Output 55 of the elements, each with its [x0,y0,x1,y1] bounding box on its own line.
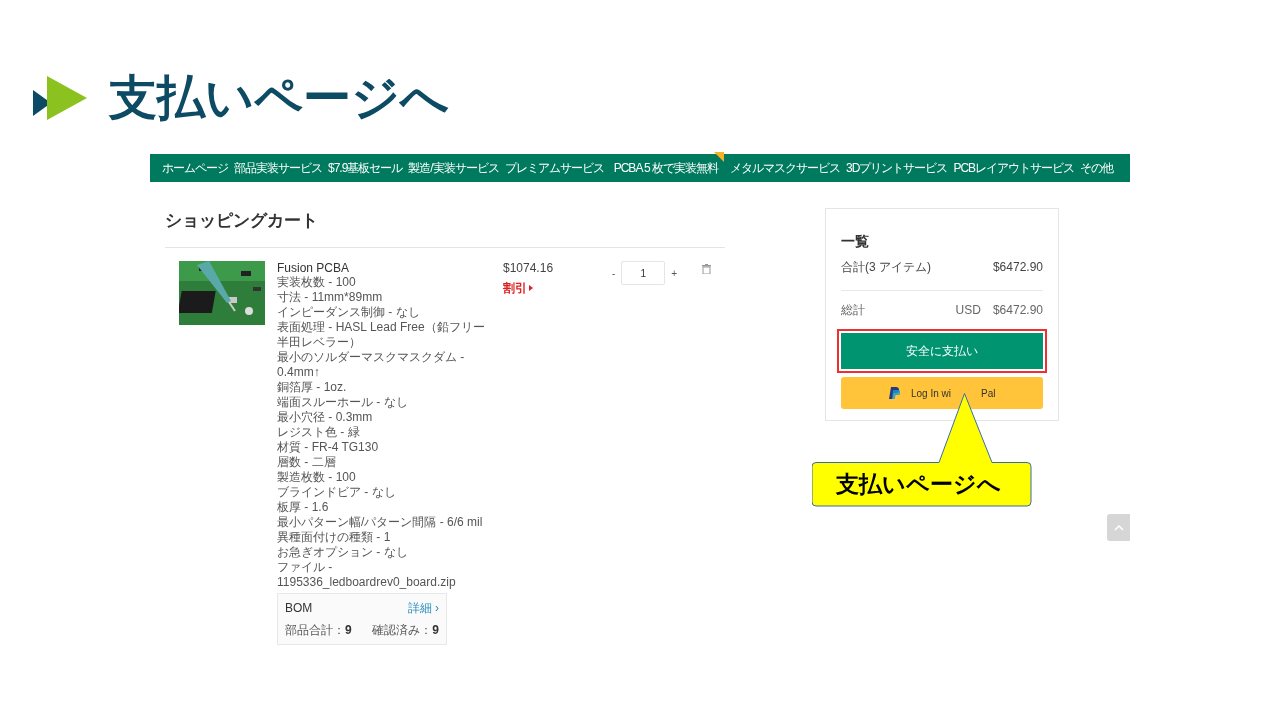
trash-icon[interactable] [702,264,712,274]
spec-line: 異種面付けの種類 - 1 [277,530,392,545]
nav-link[interactable]: PCBレイアウトサービス [953,159,1075,177]
nav-link[interactable]: プレミアムサービス [504,159,604,177]
nav-link[interactable]: 製造/実装サービス [408,159,499,177]
summary-title: 一覧 [841,232,870,251]
details-link[interactable]: 詳細 › [407,599,439,617]
paypal-icon [889,387,900,399]
confirmed-count: 確認済み：9 [372,622,439,639]
spec-line: 板厚 - 1.6 [277,500,330,515]
total-label: 総計 [841,302,865,319]
spec-line: 最小のソルダーマスクマスクダム - 0.4mm↑ [277,350,466,380]
product-name: Fusion PCBA [277,261,351,275]
nav-link[interactable]: メタルマスクサービス [730,159,841,177]
spec-line: ファイル - 1195336_ledboardrev0_board.zip [277,560,457,590]
subtotal-label: 合計(3 アイテム) [841,259,931,276]
spec-line: レジスト色 - 緑 [277,425,361,440]
spec-line: 実装枚数 - 100 [277,275,357,290]
page-title: ショッピングカート [165,210,319,232]
paypal-button[interactable]: Log In wi Pal [841,377,1043,409]
spec-line: 最小パターン幅/パターン間隔 - 6/6 mil [277,515,484,530]
chevron-up-icon [1113,524,1124,531]
currency-label: USD [955,302,981,319]
parts-total: 部品合計：9 [285,622,352,639]
spec-line: 銅箔厚 - 1oz. [277,380,348,395]
caret-icon [529,285,533,291]
spec-line: 寸法 - 11mm*89mm [277,290,384,305]
spec-line: 表面処理 - HASL Lead Free（鉛フリー半田レベラー） [277,320,486,350]
nav-link[interactable]: 部品実装サービス [234,159,322,177]
spec-line: 最小穴径 - 0.3mm [277,410,374,425]
nav-link[interactable]: その他 [1080,159,1114,177]
total-amount: $6472.90 [992,302,1043,319]
nav-link[interactable]: 3Dプリントサービス [846,159,948,177]
slide-title: 支払いページへ [109,74,449,122]
play-arrows-icon [33,76,87,120]
pay-button[interactable]: 安全に支払い [841,333,1043,369]
nav-link[interactable]: $7.9基板セール [328,159,403,177]
subtotal-amount: $6472.90 [992,259,1043,276]
decrease-button[interactable]: - [612,261,616,285]
quantity-field[interactable]: 1 [621,261,666,285]
increase-button[interactable]: + [671,261,678,285]
discount-link[interactable]: 割引 [503,279,527,297]
spec-line: ブラインドビア - なし [277,485,397,500]
spec-line: インピーダンス制御 - なし [277,305,421,320]
spec-line: お急ぎオプション - なし [277,545,409,560]
item-price: $1074.16 [503,261,555,275]
nav-link[interactable]: PCBA 5 枚で実装無料 [613,159,719,177]
spec-line: 材質 - FR-4 TG130 [277,440,380,455]
bom-title: BOM [285,600,313,617]
spec-line: 製造枚数 - 100 [277,470,357,485]
spec-line: 層数 - 二層 [277,455,337,470]
callout-text: 支払いページへ [836,470,1001,498]
spec-line: 端面スルーホール - なし [277,395,409,410]
nav-link[interactable]: ホームページ [162,159,228,177]
promo-corner-icon [714,152,725,162]
